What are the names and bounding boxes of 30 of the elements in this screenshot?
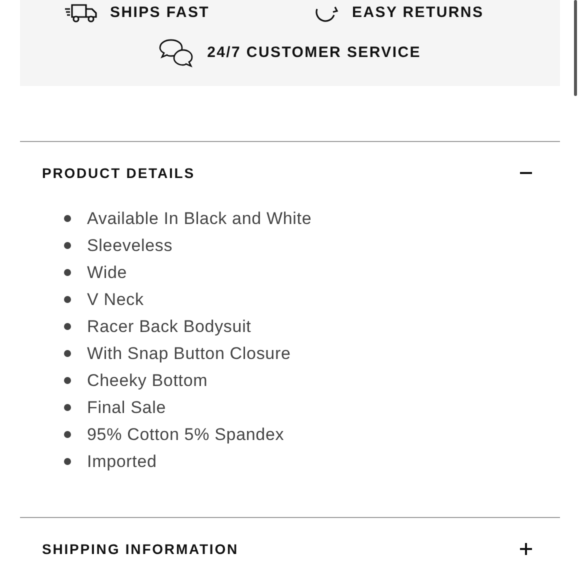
- bullet-icon: [64, 404, 71, 411]
- detail-item: Final Sale: [87, 396, 166, 419]
- detail-item: Wide: [87, 262, 128, 284]
- bullet-icon: [64, 242, 71, 249]
- detail-item: Cheeky Bottom: [87, 370, 208, 392]
- detail-item: Imported: [87, 450, 157, 473]
- section-title: PRODUCT DETAILS: [42, 164, 195, 182]
- bullet-icon: [64, 377, 71, 384]
- detail-item: With Snap Button Closure: [87, 342, 291, 365]
- plus-icon[interactable]: [520, 543, 532, 555]
- detail-item: Available In Black and White: [87, 208, 312, 230]
- feature-label: EASY RETURNS: [352, 3, 484, 23]
- feature-label: 24/7 CUSTOMER SERVICE: [207, 43, 421, 64]
- detail-item: 95% Cotton 5% Spandex: [87, 424, 284, 446]
- bullet-icon: [64, 296, 71, 303]
- detail-item: Racer Back Bodysuit: [87, 316, 252, 338]
- accordion-header[interactable]: PRODUCT DETAILS: [20, 142, 560, 204]
- detail-item: Sleeveless: [87, 234, 173, 257]
- bullet-icon: [64, 431, 71, 438]
- accordion-header[interactable]: SHIPPING INFORMATION: [20, 518, 560, 580]
- bullet-icon: [64, 458, 71, 465]
- bullet-icon: [64, 323, 71, 330]
- chat-icon: [159, 36, 196, 70]
- bullet-icon: [64, 215, 71, 222]
- detail-item: V Neck: [87, 288, 144, 311]
- section-title: SHIPPING INFORMATION: [42, 540, 239, 558]
- bullet-icon: [64, 350, 71, 357]
- truck-icon: [64, 3, 98, 24]
- bullet-icon: [64, 269, 71, 276]
- feature-label: SHIPS FAST: [110, 3, 210, 23]
